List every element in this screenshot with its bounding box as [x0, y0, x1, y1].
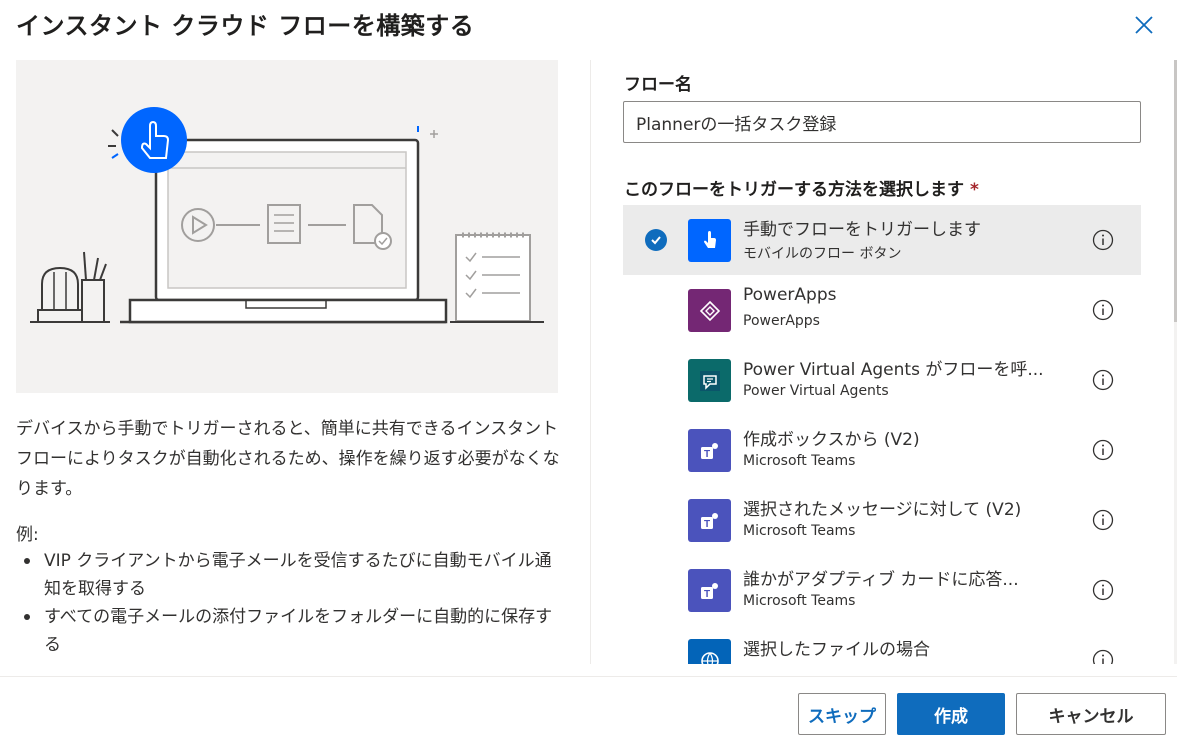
trigger-item-teams-selected-message[interactable]: T 選択されたメッセージに対して (V2) Microsoft Teams — [623, 485, 1141, 555]
hero-illustration — [16, 60, 558, 393]
panel-divider — [590, 60, 591, 664]
info-icon[interactable] — [1092, 509, 1114, 531]
laptop-illustration — [30, 107, 544, 324]
svg-text:T: T — [703, 519, 709, 530]
checkmark-icon — [645, 229, 667, 251]
flow-description: デバイスから手動でトリガーされると、簡単に共有できるインスタント フローによりタ… — [16, 419, 560, 499]
trigger-subtitle: PowerApps — [743, 313, 820, 329]
teams-icon: T — [688, 499, 731, 542]
trigger-item-teams-compose[interactable]: T 作成ボックスから (V2) Microsoft Teams — [623, 415, 1141, 485]
trigger-subtitle: Microsoft Teams — [743, 593, 856, 609]
info-icon[interactable] — [1092, 369, 1114, 391]
examples-label: 例: — [16, 525, 39, 545]
info-icon[interactable] — [1092, 579, 1114, 601]
bullet-icon — [24, 558, 30, 564]
trigger-item-manual[interactable]: 手動でフローをトリガーします モバイルのフロー ボタン — [623, 205, 1141, 275]
trigger-item-teams-adaptive-card[interactable]: T 誰かがアダプティブ カードに応答... Microsoft Teams — [623, 555, 1141, 625]
trigger-subtitle: モバイルのフロー ボタン — [743, 246, 902, 262]
trigger-title: 誰かがアダプティブ カードに応答... — [743, 570, 1019, 590]
footer-divider — [0, 676, 1177, 677]
info-icon[interactable] — [1092, 439, 1114, 461]
trigger-subtitle: Power Virtual Agents — [743, 383, 889, 399]
chat-bot-icon — [688, 359, 731, 402]
trigger-item-powerapps[interactable]: PowerApps PowerApps — [623, 275, 1141, 345]
flow-name-input[interactable] — [623, 101, 1141, 143]
example-item: すべての電子メールの添付ファイルをフォルダーに自動的に保存する — [16, 603, 561, 659]
onedrive-icon — [688, 639, 731, 664]
powerapps-icon — [688, 289, 731, 332]
dialog-title: インスタント クラウド フローを構築する — [16, 12, 475, 40]
trigger-title: 選択されたメッセージに対して (V2) — [743, 500, 1022, 520]
examples-list: VIP クライアントから電子メールを受信するたびに自動モバイル通知を取得する す… — [16, 547, 561, 659]
trigger-title: Power Virtual Agents がフローを呼... — [743, 360, 1044, 380]
create-button[interactable]: 作成 — [897, 693, 1005, 735]
trigger-label: このフローをトリガーする方法を選択します * — [624, 180, 979, 200]
close-icon — [1135, 16, 1153, 34]
info-icon[interactable] — [1092, 649, 1114, 664]
trigger-item-power-virtual-agents[interactable]: Power Virtual Agents がフローを呼... Power Vir… — [623, 345, 1141, 415]
trigger-list: 手動でフローをトリガーします モバイルのフロー ボタン PowerApps Po… — [623, 205, 1141, 664]
trigger-subtitle: Microsoft Teams — [743, 453, 856, 469]
example-item: VIP クライアントから電子メールを受信するたびに自動モバイル通知を取得する — [16, 547, 561, 603]
teams-icon: T — [688, 569, 731, 612]
flow-name-label: フロー名 — [624, 75, 692, 95]
trigger-title: PowerApps — [743, 285, 837, 305]
trigger-title: 手動でフローをトリガーします — [743, 220, 981, 240]
close-button[interactable] — [1131, 12, 1157, 38]
svg-text:T: T — [703, 589, 709, 600]
touch-icon — [688, 219, 731, 262]
trigger-title: 作成ボックスから (V2) — [743, 430, 920, 450]
required-mark: * — [970, 180, 979, 200]
trigger-subtitle: Microsoft Teams — [743, 523, 856, 539]
info-icon[interactable] — [1092, 299, 1114, 321]
cancel-button[interactable]: キャンセル — [1016, 693, 1166, 735]
skip-button[interactable]: スキップ — [798, 693, 886, 735]
info-icon[interactable] — [1092, 229, 1114, 251]
trigger-item-selected-file[interactable]: 選択したファイルの場合 — [623, 625, 1141, 664]
trigger-title: 選択したファイルの場合 — [743, 640, 930, 660]
svg-text:T: T — [703, 449, 709, 460]
bullet-icon — [24, 614, 30, 620]
teams-icon: T — [688, 429, 731, 472]
